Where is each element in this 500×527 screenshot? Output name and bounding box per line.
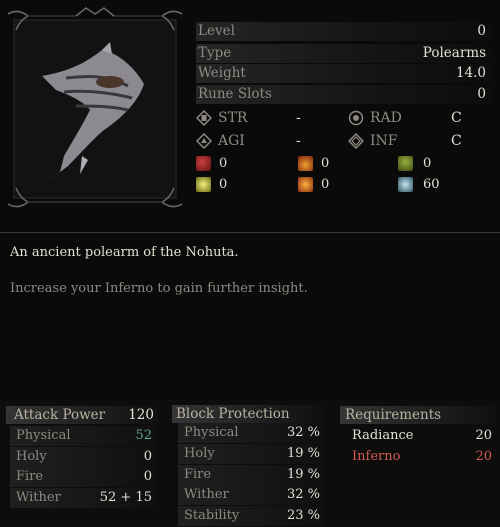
block-protection-header: Block Protection [172, 405, 324, 423]
frost-icon [398, 177, 413, 192]
stat-value: Polearms [422, 45, 486, 61]
stat-row-rune-slots: Rune Slots 0 [196, 85, 492, 104]
attack-power-total: 120 [128, 407, 154, 423]
stat-label: Weight [198, 65, 246, 81]
stats-footer: Attack Power 120 Physical 52 Holy 0 Fire… [0, 400, 500, 527]
agi-icon [196, 133, 212, 149]
item-description: An ancient polearm of the Nohuta. [10, 245, 239, 260]
attr-str: STR - [196, 108, 326, 128]
element-value: 0 [423, 156, 432, 171]
attack-row-fire: Fire 0 [10, 467, 156, 487]
block-row-stability: Stability 23 % [178, 506, 324, 526]
stat-row-type: Type Polearms [196, 44, 492, 63]
stat-value: 0 [477, 23, 486, 39]
stat-row-level: Level 0 [196, 22, 492, 41]
element-value: 0 [219, 156, 228, 171]
block-row-fire: Fire 19 % [178, 465, 324, 485]
inf-icon [348, 133, 364, 149]
element-value: 0 [321, 177, 330, 192]
element-value: 60 [423, 177, 440, 192]
divider [0, 232, 500, 233]
block-row-wither: Wither 32 % [178, 485, 324, 505]
weapon-portrait [6, 6, 184, 212]
attack-row-holy: Holy 0 [10, 447, 156, 467]
stat-label: Rune Slots [198, 86, 272, 102]
element-value: 0 [219, 177, 228, 192]
fire-burst-icon [298, 177, 313, 192]
poison-flask-icon [398, 156, 413, 171]
stat-label: Level [198, 23, 235, 39]
attack-row-physical: Physical 52 [10, 426, 156, 446]
attr-agi: AGI - [196, 131, 326, 151]
str-icon [196, 110, 212, 126]
attr-rad: RAD C [348, 108, 488, 128]
rad-icon [348, 110, 364, 126]
requirement-row-inferno: Inferno 20 [352, 449, 492, 464]
stat-value: 14.0 [455, 65, 486, 81]
holy-light-icon [196, 177, 211, 192]
item-hint: Increase your Inferno to gain further in… [10, 281, 308, 296]
attr-inf: INF C [348, 131, 488, 151]
blood-icon [196, 156, 211, 171]
attack-power-header: Attack Power 120 [6, 406, 158, 424]
block-row-holy: Holy 19 % [178, 444, 324, 464]
requirements-header: Requirements [340, 406, 496, 424]
stat-row-weight: Weight 14.0 [196, 64, 492, 83]
attack-row-wither: Wither 52 + 15 [10, 488, 156, 508]
stat-label: Type [198, 45, 232, 61]
block-row-physical: Physical 32 % [178, 423, 324, 443]
stat-value: 0 [477, 86, 486, 102]
flame-icon [298, 156, 313, 171]
requirement-row-radiance: Radiance 20 [352, 428, 492, 443]
element-value: 0 [321, 156, 330, 171]
